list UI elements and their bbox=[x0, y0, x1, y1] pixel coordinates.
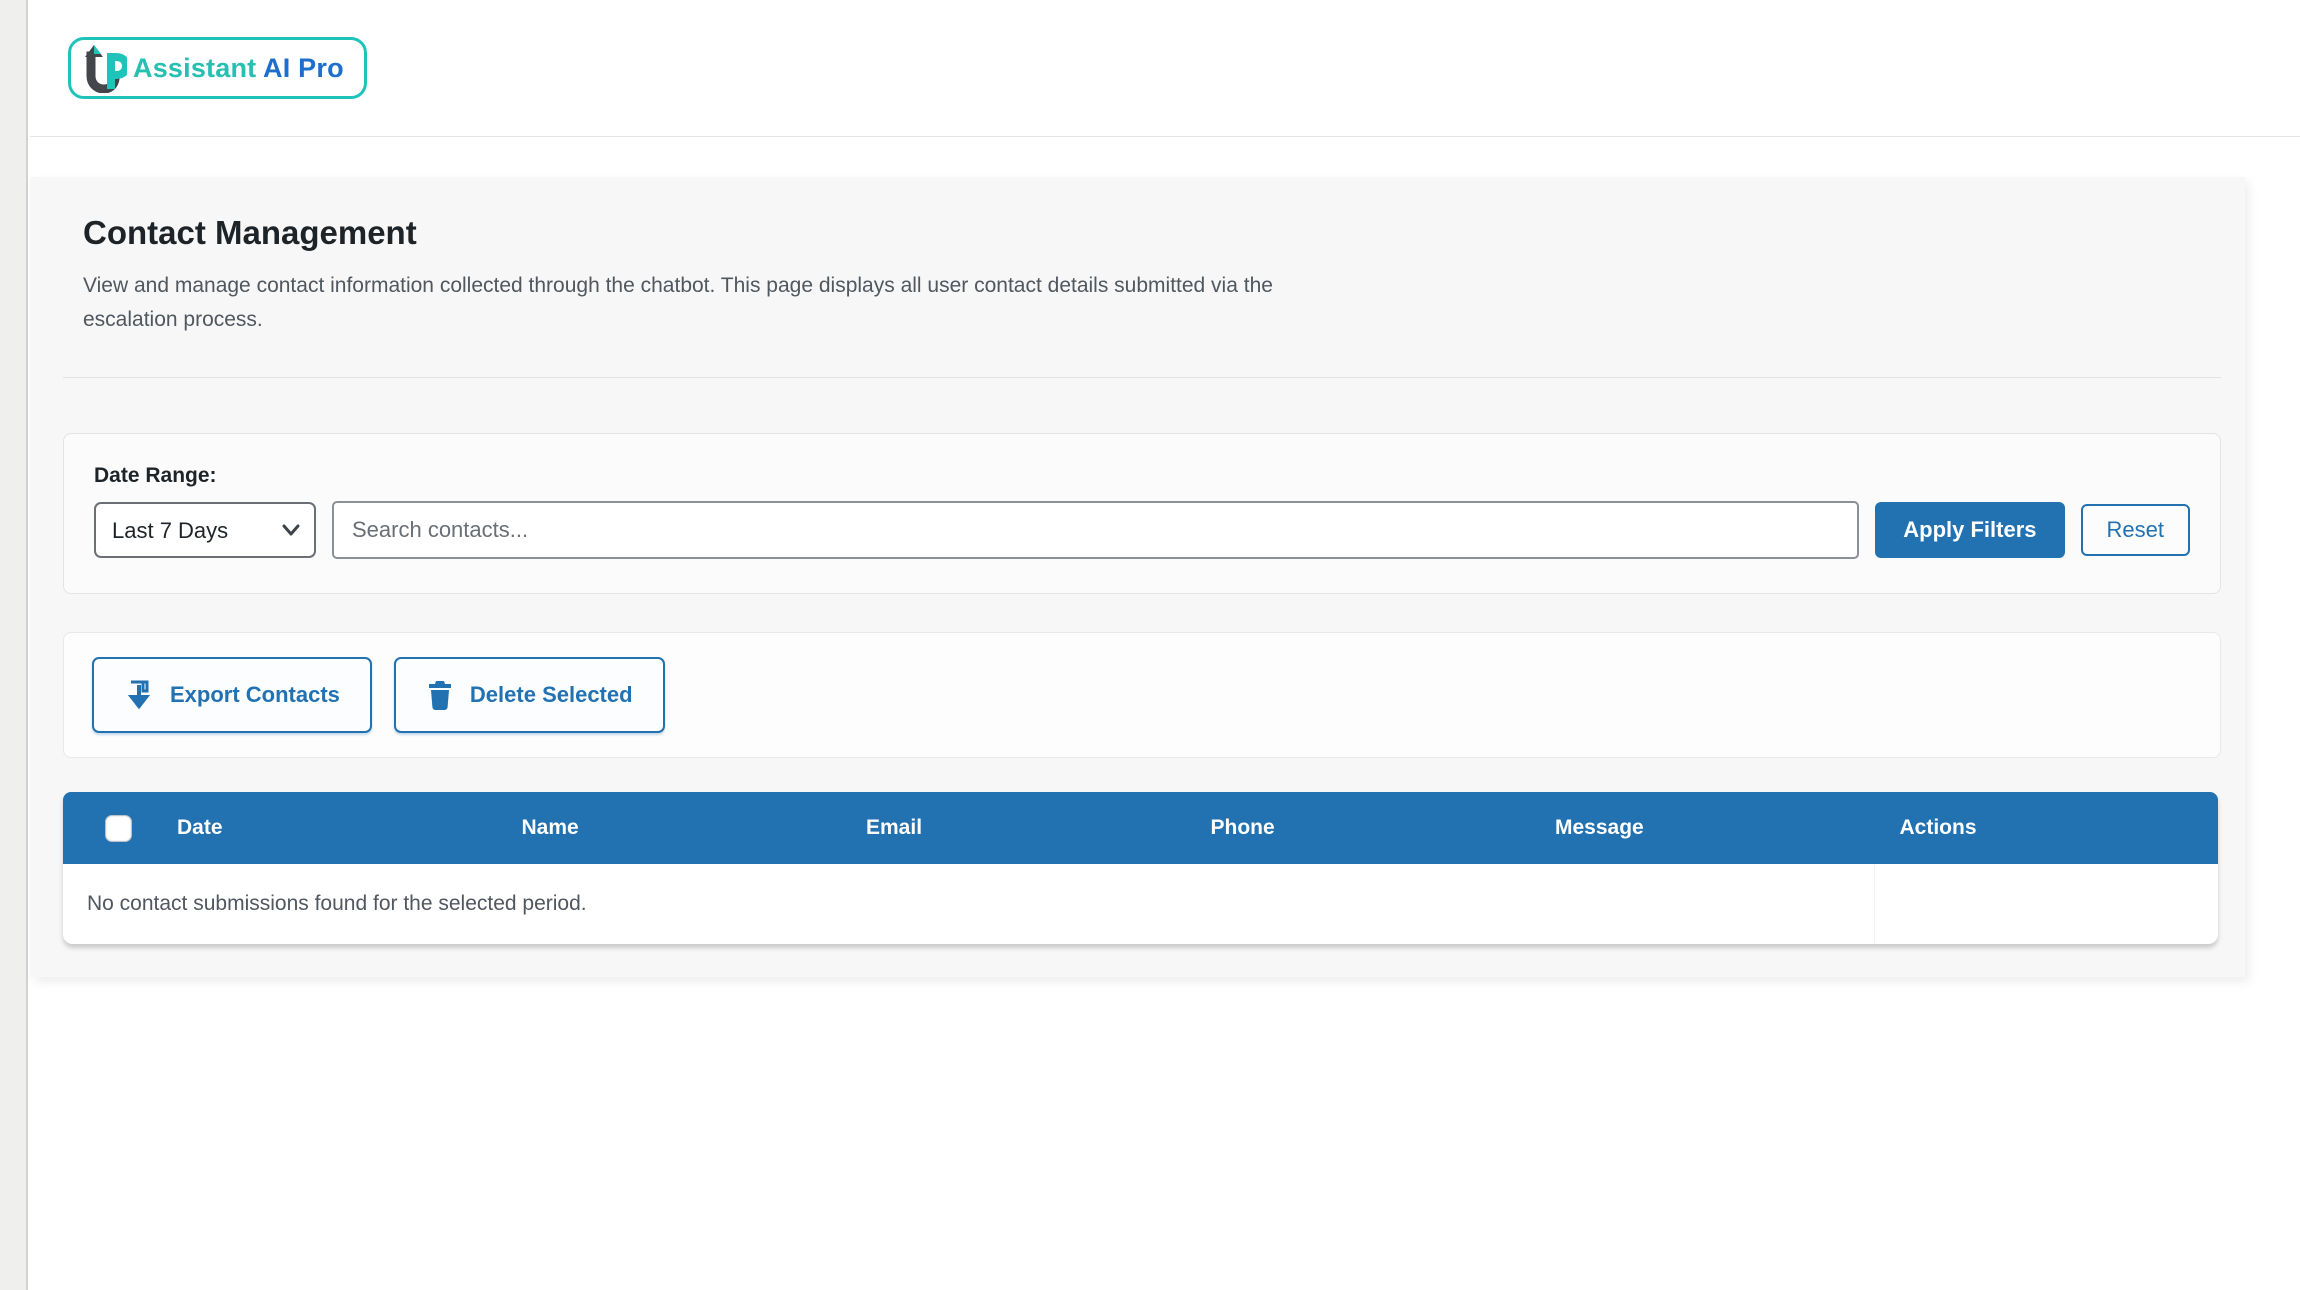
date-range-select[interactable]: Last 7 Days bbox=[94, 502, 316, 558]
contacts-table: Date Name Email Phone Message Actions No… bbox=[63, 792, 2218, 944]
date-range-select-wrap: Last 7 Days bbox=[94, 502, 316, 558]
search-input[interactable] bbox=[332, 501, 1859, 559]
brand-name: Assistant AI Pro bbox=[133, 53, 344, 84]
column-header-name[interactable]: Name bbox=[496, 816, 841, 840]
date-range-label: Date Range: bbox=[94, 464, 2190, 488]
column-header-date[interactable]: Date bbox=[151, 816, 496, 840]
section-divider bbox=[63, 377, 2221, 378]
reset-button[interactable]: Reset bbox=[2081, 504, 2190, 556]
bulk-actions-section: Export Contacts Delete Selected bbox=[63, 632, 2221, 758]
contacts-table-header: Date Name Email Phone Message Actions bbox=[63, 792, 2218, 864]
column-header-actions: Actions bbox=[1874, 816, 2219, 840]
brand-name-assistant: Assistant bbox=[133, 53, 263, 83]
empty-state-row: No contact submissions found for the sel… bbox=[63, 864, 2218, 944]
column-header-email[interactable]: Email bbox=[840, 816, 1185, 840]
actions-empty-cell bbox=[1874, 864, 2219, 944]
column-header-phone[interactable]: Phone bbox=[1185, 816, 1530, 840]
select-all-checkbox[interactable] bbox=[105, 815, 132, 842]
column-header-message[interactable]: Message bbox=[1529, 816, 1874, 840]
export-contacts-label: Export Contacts bbox=[170, 682, 340, 708]
select-all-cell bbox=[63, 815, 151, 842]
page-title: Contact Management bbox=[83, 213, 2221, 253]
page-description: View and manage contact information coll… bbox=[83, 269, 1363, 337]
filters-row: Last 7 Days Apply Filters Reset bbox=[94, 501, 2190, 559]
admin-left-rail bbox=[0, 0, 28, 1290]
empty-state-message: No contact submissions found for the sel… bbox=[63, 864, 1874, 944]
brand-logo: Assistant AI Pro bbox=[68, 37, 367, 99]
filters-section: Date Range: Last 7 Days Apply Filters Re… bbox=[63, 433, 2221, 594]
brand-name-ai-pro: AI Pro bbox=[263, 53, 344, 83]
delete-selected-button[interactable]: Delete Selected bbox=[394, 657, 665, 733]
export-contacts-button[interactable]: Export Contacts bbox=[92, 657, 372, 733]
delete-selected-label: Delete Selected bbox=[470, 682, 633, 708]
download-icon bbox=[124, 679, 154, 711]
contact-management-panel: Contact Management View and manage conta… bbox=[30, 177, 2245, 977]
top-bar: Assistant AI Pro bbox=[30, 0, 2300, 137]
up-arrow-monogram-icon bbox=[81, 43, 127, 93]
trash-icon bbox=[426, 679, 454, 711]
apply-filters-button[interactable]: Apply Filters bbox=[1875, 502, 2064, 558]
